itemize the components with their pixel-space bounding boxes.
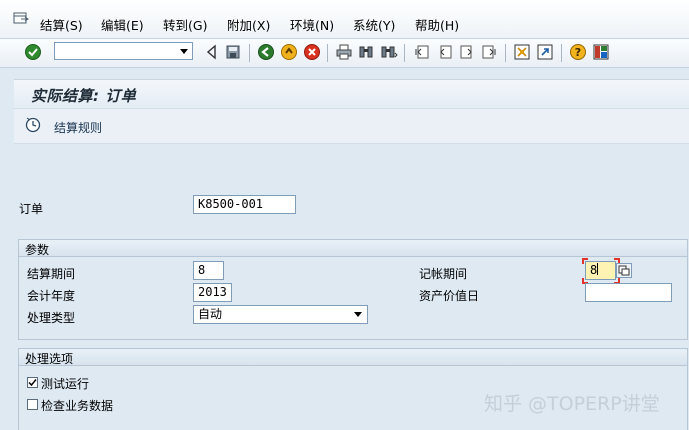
watermark: 知乎 @TOPERP讲堂 (484, 393, 660, 415)
page-title: 实际结算: 订单 (31, 87, 137, 105)
toolbar-separator (327, 44, 328, 62)
toolbar-separator (249, 44, 250, 62)
svg-text:?: ? (575, 46, 581, 59)
parameters-group-title: 参数 (25, 243, 50, 257)
asset-value-date-input[interactable] (585, 283, 672, 302)
help-icon[interactable]: ? (569, 43, 587, 61)
application-toolbar: 结算规则 (14, 108, 689, 144)
standard-toolbar: ? (0, 39, 689, 68)
processing-options-header: 处理选项 (19, 349, 687, 366)
processing-options-title: 处理选项 (25, 352, 74, 366)
asset-value-date-label: 资产价值日 (419, 289, 480, 303)
layout-icon[interactable] (592, 43, 610, 61)
toolbar-separator (505, 44, 506, 62)
chevron-down-icon[interactable] (180, 49, 188, 54)
menu-bar: 结算(S) 编辑(E) 转到(G) 附加(X) 环境(N) 系统(Y) 帮助(H… (0, 0, 689, 39)
processing-type-dropdown[interactable]: 自动 (193, 305, 368, 324)
find-icon[interactable] (357, 43, 375, 61)
next-page-icon[interactable] (458, 43, 476, 61)
menu-edit[interactable]: 编辑(E) (101, 15, 144, 34)
cancel-icon[interactable] (303, 43, 321, 61)
menu-goto[interactable]: 转到(G) (163, 15, 207, 34)
find-next-icon[interactable] (380, 43, 398, 61)
previous-page-icon[interactable] (436, 43, 454, 61)
create-session-icon[interactable] (513, 43, 531, 61)
value-help-icon[interactable] (616, 263, 632, 278)
menu-settlement[interactable]: 结算(S) (40, 15, 83, 34)
chevron-down-icon[interactable] (354, 312, 362, 317)
posting-period-label: 记帐期间 (419, 267, 468, 281)
exit-icon[interactable] (280, 43, 298, 61)
menu-environment[interactable]: 环境(N) (290, 15, 334, 34)
command-field[interactable] (54, 42, 193, 60)
screen-title-bar: 实际结算: 订单 (14, 79, 689, 108)
check-trans-data-label: 检查业务数据 (41, 399, 114, 413)
menu-extras[interactable]: 附加(X) (227, 15, 270, 34)
fiscal-year-input[interactable]: 2013 (193, 283, 232, 302)
first-page-icon[interactable] (413, 43, 431, 61)
checkmark-icon (28, 379, 37, 387)
execute-clock-icon[interactable] (25, 117, 41, 133)
menu-help[interactable]: 帮助(H) (415, 15, 459, 34)
back-triangle-icon[interactable] (203, 43, 221, 61)
test-run-checkbox[interactable] (27, 377, 38, 388)
test-run-label: 测试运行 (41, 377, 90, 391)
processing-type-label: 处理类型 (27, 311, 76, 325)
settlement-period-input[interactable]: 8 (193, 261, 224, 280)
save-icon[interactable] (224, 43, 242, 61)
back-green-icon[interactable] (257, 43, 275, 61)
toolbar-separator (561, 44, 562, 62)
toolbar-separator (404, 44, 405, 62)
fiscal-year-label: 会计年度 (27, 289, 76, 303)
processing-type-value: 自动 (198, 307, 223, 321)
check-trans-data-checkbox[interactable] (27, 399, 38, 410)
last-page-icon[interactable] (480, 43, 498, 61)
order-label: 订单 (19, 202, 44, 216)
system-menu-icon[interactable] (12, 10, 30, 26)
menu-system[interactable]: 系统(Y) (353, 15, 395, 34)
settlement-rule-button[interactable]: 结算规则 (54, 119, 102, 136)
parameters-group-header: 参数 (19, 240, 687, 257)
enter-icon[interactable] (24, 43, 42, 61)
print-icon[interactable] (335, 43, 353, 61)
order-input[interactable]: K8500-001 (193, 195, 296, 214)
settlement-period-label: 结算期间 (27, 267, 76, 281)
focus-marker-icon (582, 258, 620, 284)
shortcut-icon[interactable] (536, 43, 554, 61)
